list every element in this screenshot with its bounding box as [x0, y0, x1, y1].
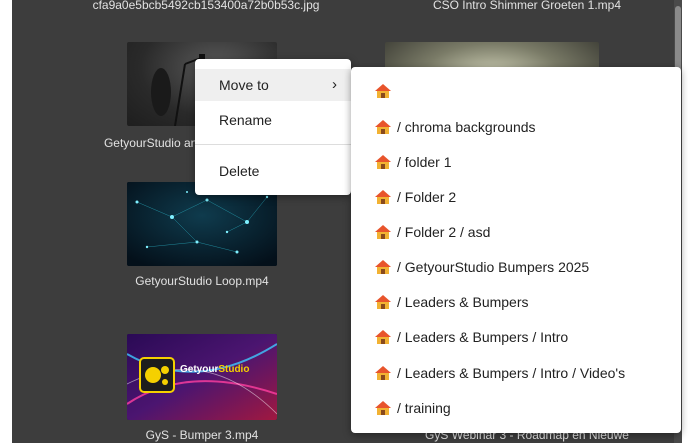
video-thumbnail-bumper[interactable]: GetyourStudio — [127, 334, 277, 420]
bumper-graphic — [127, 334, 277, 420]
move-to-submenu: / chroma backgrounds / folder 1 / Folder 2… — [351, 67, 681, 433]
file-name-top-left[interactable]: cfa9a0e5bcb5492cb153400a72b0b53c.jpg — [68, 0, 344, 16]
folder-path-label: / Folder 2 / asd — [397, 224, 491, 240]
home-icon — [375, 84, 391, 98]
folder-path-label: / chroma backgrounds — [397, 119, 536, 135]
menu-item-move-to[interactable]: Move to › — [195, 69, 351, 101]
file-name-top-right[interactable]: CSO Intro Shimmer Groeten 1.mp4 — [407, 0, 647, 16]
file-name-item3[interactable]: GyS - Bumper 3.mp4 — [112, 426, 292, 443]
submenu-folder-item[interactable]: / chroma backgrounds — [375, 115, 536, 139]
home-icon — [375, 330, 391, 344]
chevron-right-icon: › — [332, 76, 337, 93]
file-name-item1[interactable]: GetyourStudio ani — [74, 134, 200, 152]
submenu-folder-item[interactable]: / Folder 2 / asd — [375, 220, 490, 244]
menu-item-rename[interactable]: Rename — [195, 104, 351, 136]
menu-item-rename-label: Rename — [219, 112, 272, 128]
home-icon — [375, 401, 391, 415]
folder-path-label: / Leaders & Bumpers / Intro / Video's — [397, 365, 626, 381]
submenu-folder-item[interactable]: / Leaders & Bumpers / Intro / Video's — [375, 361, 625, 385]
folder-path-label: / folder 1 — [397, 154, 452, 170]
home-icon — [375, 260, 391, 274]
home-icon — [375, 225, 391, 239]
home-icon — [375, 155, 391, 169]
logo-text-getyour: Getyour — [180, 364, 219, 375]
file-name-item2[interactable]: GetyourStudio Loop.mp4 — [112, 272, 292, 290]
submenu-folder-item[interactable]: / Folder 2 — [375, 185, 456, 209]
submenu-folder-item[interactable] — [375, 79, 397, 103]
menu-separator — [195, 144, 351, 145]
submenu-folder-item[interactable]: / training — [375, 396, 451, 420]
folder-path-label: / Leaders & Bumpers / Intro — [397, 329, 569, 345]
folder-path-label: / Leaders & Bumpers — [397, 294, 529, 310]
menu-item-delete-label: Delete — [219, 163, 260, 179]
submenu-folder-item[interactable]: / GetyourStudio Bumpers 2025 — [375, 255, 589, 279]
menu-item-delete[interactable]: Delete — [195, 155, 351, 187]
logo-text: GetyourStudio — [180, 364, 249, 375]
menu-item-move-to-label: Move to — [219, 77, 269, 93]
context-menu: Move to › Rename Delete — [195, 59, 351, 195]
folder-path-label: / training — [397, 400, 451, 416]
home-icon — [375, 295, 391, 309]
home-icon — [375, 190, 391, 204]
submenu-folder-item[interactable]: / Leaders & Bumpers — [375, 290, 529, 314]
home-icon — [375, 120, 391, 134]
home-icon — [375, 366, 391, 380]
submenu-folder-item[interactable]: / Leaders & Bumpers / Intro — [375, 325, 568, 349]
folder-path-label: / Folder 2 — [397, 189, 457, 205]
logo-text-studio: Studio — [218, 364, 250, 375]
submenu-folder-item[interactable]: / folder 1 — [375, 150, 451, 174]
folder-path-label: / GetyourStudio Bumpers 2025 — [397, 259, 590, 275]
